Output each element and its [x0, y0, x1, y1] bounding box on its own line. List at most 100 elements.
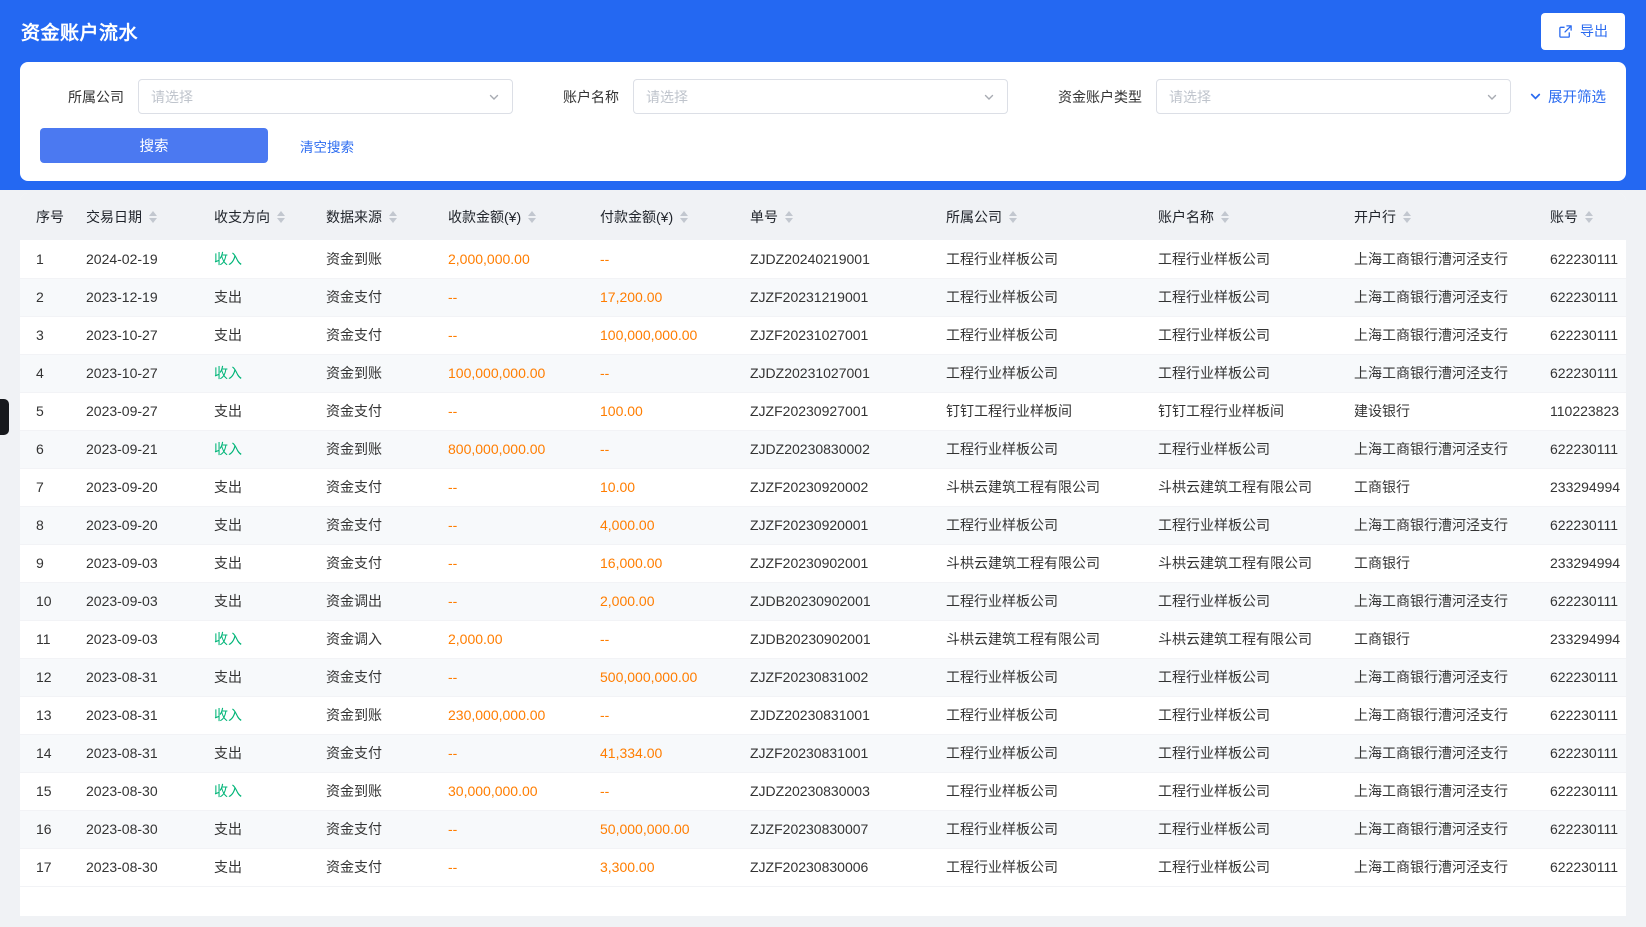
- account-type-filter-label: 资金账户类型: [1058, 87, 1142, 107]
- cell-company: 斗栱云建筑工程有限公司: [930, 620, 1142, 658]
- table-row[interactable]: 10 2023-09-03 支出 资金调出 -- 2,000.00 ZJDB20…: [20, 582, 1626, 620]
- cell-order-no: ZJZF20231027001: [734, 316, 930, 354]
- chevron-down-icon: [983, 91, 995, 103]
- cell-source: 资金到账: [310, 772, 432, 810]
- cell-account-name: 工程行业样板公司: [1142, 582, 1338, 620]
- filter-field-company: 所属公司 请选择: [40, 79, 513, 114]
- search-button[interactable]: 搜索: [40, 128, 268, 163]
- cell-date: 2023-09-03: [70, 544, 198, 582]
- cell-company: 工程行业样板公司: [930, 848, 1142, 886]
- expand-filters-link[interactable]: 展开筛选: [1529, 86, 1606, 107]
- cell-index: 14: [20, 734, 70, 772]
- table-row[interactable]: 11 2023-09-03 收入 资金调入 2,000.00 -- ZJDB20…: [20, 620, 1626, 658]
- cell-direction: 支出: [198, 392, 310, 430]
- sort-icon[interactable]: [389, 211, 397, 223]
- table-row[interactable]: 9 2023-09-03 支出 资金支付 -- 16,000.00 ZJZF20…: [20, 544, 1626, 582]
- table-row[interactable]: 12 2023-08-31 支出 资金支付 -- 500,000,000.00 …: [20, 658, 1626, 696]
- table-row[interactable]: 4 2023-10-27 收入 资金到账 100,000,000.00 -- Z…: [20, 354, 1626, 392]
- cell-account-no: 622230111: [1534, 696, 1626, 734]
- cell-company: 工程行业样板公司: [930, 240, 1142, 278]
- cell-company: 斗栱云建筑工程有限公司: [930, 468, 1142, 506]
- cell-date: 2023-09-20: [70, 468, 198, 506]
- column-header-source[interactable]: 数据来源: [310, 193, 432, 240]
- sort-icon[interactable]: [149, 211, 157, 223]
- cell-direction: 收入: [198, 354, 310, 392]
- cell-date: 2023-09-21: [70, 430, 198, 468]
- cell-company: 斗栱云建筑工程有限公司: [930, 544, 1142, 582]
- cell-date: 2024-02-19: [70, 240, 198, 278]
- cell-source: 资金到账: [310, 354, 432, 392]
- cell-source: 资金调入: [310, 620, 432, 658]
- cell-direction: 收入: [198, 240, 310, 278]
- cell-account-no: 622230111: [1534, 772, 1626, 810]
- cell-index: 2: [20, 278, 70, 316]
- account-type-select[interactable]: 请选择: [1156, 79, 1511, 114]
- cell-direction: 支出: [198, 316, 310, 354]
- column-header-index[interactable]: 序号: [20, 193, 70, 240]
- cell-source: 资金支付: [310, 506, 432, 544]
- cell-order-no: ZJZF20230831001: [734, 734, 930, 772]
- table-row[interactable]: 5 2023-09-27 支出 资金支付 -- 100.00 ZJZF20230…: [20, 392, 1626, 430]
- export-button-label: 导出: [1580, 21, 1608, 41]
- cell-payment-amount: 100.00: [584, 392, 734, 430]
- cell-bank: 工商银行: [1338, 544, 1534, 582]
- cell-account-no: 622230111: [1534, 316, 1626, 354]
- table-row[interactable]: 1 2024-02-19 收入 资金到账 2,000,000.00 -- ZJD…: [20, 240, 1626, 278]
- clear-search-link[interactable]: 清空搜索: [300, 136, 354, 156]
- sort-icon[interactable]: [1221, 211, 1229, 223]
- table-row[interactable]: 15 2023-08-30 收入 资金到账 30,000,000.00 -- Z…: [20, 772, 1626, 810]
- export-button[interactable]: 导出: [1541, 13, 1625, 50]
- cell-order-no: ZJDZ20230830003: [734, 772, 930, 810]
- cell-account-no: 622230111: [1534, 848, 1626, 886]
- cell-direction: 支出: [198, 544, 310, 582]
- cell-payment-amount: 17,200.00: [584, 278, 734, 316]
- column-header-bank[interactable]: 开户行: [1338, 193, 1534, 240]
- table-row[interactable]: 6 2023-09-21 收入 资金到账 800,000,000.00 -- Z…: [20, 430, 1626, 468]
- sort-icon[interactable]: [1403, 211, 1411, 223]
- sort-icon[interactable]: [277, 211, 285, 223]
- column-header-date[interactable]: 交易日期: [70, 193, 198, 240]
- cell-income-amount: --: [432, 316, 584, 354]
- column-header-account-no[interactable]: 账号: [1534, 193, 1626, 240]
- cell-income-amount: --: [432, 544, 584, 582]
- cell-date: 2023-10-27: [70, 316, 198, 354]
- table-row[interactable]: 3 2023-10-27 支出 资金支付 -- 100,000,000.00 Z…: [20, 316, 1626, 354]
- table-row[interactable]: 14 2023-08-31 支出 资金支付 -- 41,334.00 ZJZF2…: [20, 734, 1626, 772]
- cell-income-amount: --: [432, 658, 584, 696]
- sort-icon[interactable]: [1009, 211, 1017, 223]
- cell-payment-amount: 41,334.00: [584, 734, 734, 772]
- table-row[interactable]: 16 2023-08-30 支出 资金支付 -- 50,000,000.00 Z…: [20, 810, 1626, 848]
- cell-bank: 上海工商银行漕河泾支行: [1338, 772, 1534, 810]
- column-header-company[interactable]: 所属公司: [930, 193, 1142, 240]
- column-header-order-no[interactable]: 单号: [734, 193, 930, 240]
- table-row[interactable]: 13 2023-08-31 收入 资金到账 230,000,000.00 -- …: [20, 696, 1626, 734]
- table-row[interactable]: 2 2023-12-19 支出 资金支付 -- 17,200.00 ZJZF20…: [20, 278, 1626, 316]
- column-label: 账户名称: [1158, 207, 1214, 227]
- column-label: 所属公司: [946, 207, 1002, 227]
- cell-source: 资金支付: [310, 392, 432, 430]
- cell-income-amount: --: [432, 278, 584, 316]
- table-row[interactable]: 7 2023-09-20 支出 资金支付 -- 10.00 ZJZF202309…: [20, 468, 1626, 506]
- company-select[interactable]: 请选择: [138, 79, 513, 114]
- company-select-placeholder: 请选择: [151, 87, 193, 107]
- sidebar-collapse-handle[interactable]: [0, 399, 9, 435]
- table-row[interactable]: 17 2023-08-30 支出 资金支付 -- 3,300.00 ZJZF20…: [20, 848, 1626, 886]
- column-header-income-amount[interactable]: 收款金额(¥): [432, 193, 584, 240]
- cell-income-amount: --: [432, 582, 584, 620]
- cell-company: 钉钉工程行业样板间: [930, 392, 1142, 430]
- table-row[interactable]: 8 2023-09-20 支出 资金支付 -- 4,000.00 ZJZF202…: [20, 506, 1626, 544]
- sort-icon[interactable]: [680, 211, 688, 223]
- cell-index: 11: [20, 620, 70, 658]
- sort-icon[interactable]: [528, 211, 536, 223]
- sort-icon[interactable]: [785, 211, 793, 223]
- account-select[interactable]: 请选择: [633, 79, 1008, 114]
- column-header-account-name[interactable]: 账户名称: [1142, 193, 1338, 240]
- column-header-direction[interactable]: 收支方向: [198, 193, 310, 240]
- cell-source: 资金支付: [310, 468, 432, 506]
- cell-account-no: 622230111: [1534, 240, 1626, 278]
- column-header-payment-amount[interactable]: 付款金额(¥): [584, 193, 734, 240]
- column-label: 账号: [1550, 207, 1578, 227]
- column-label: 付款金额(¥): [600, 207, 673, 227]
- sort-icon[interactable]: [1585, 211, 1593, 223]
- cell-payment-amount: 4,000.00: [584, 506, 734, 544]
